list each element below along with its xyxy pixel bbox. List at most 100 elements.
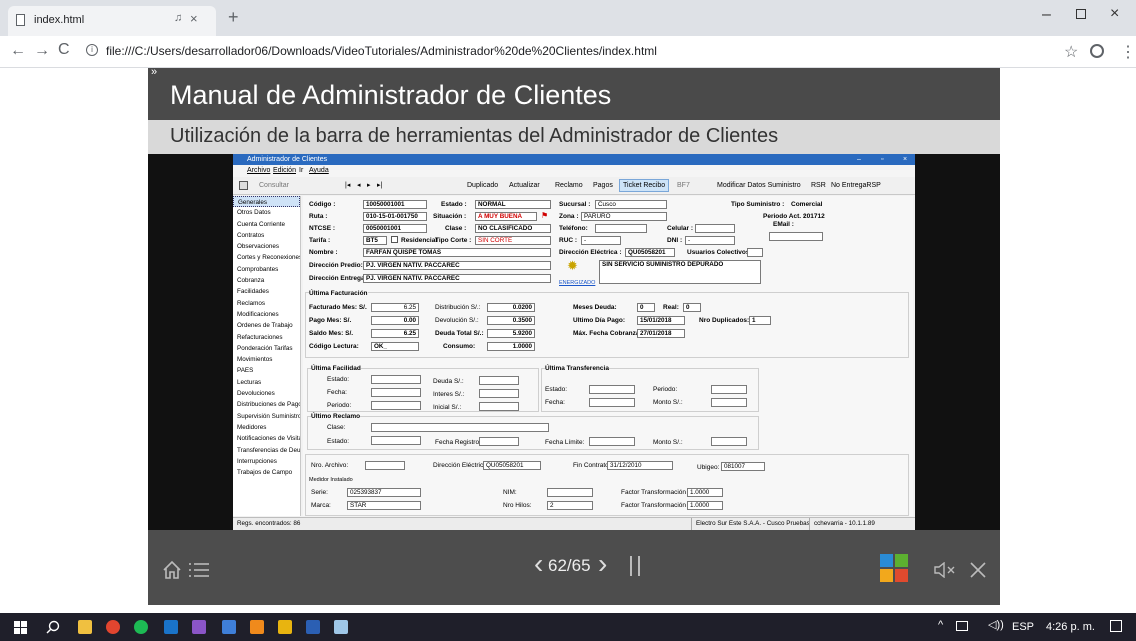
paint-icon[interactable]	[222, 620, 236, 634]
consultar-button[interactable]: Consultar	[259, 182, 289, 189]
close-icon[interactable]	[970, 562, 986, 578]
bookmark-star-icon[interactable]: ☆	[1064, 42, 1078, 62]
sidebar-item[interactable]: Modificaciones	[233, 309, 300, 320]
celular-field[interactable]	[695, 224, 735, 233]
residencial-checkbox[interactable]	[391, 236, 398, 243]
reclamo-fecha-limite-field[interactable]	[589, 437, 635, 446]
telefono-field[interactable]	[595, 224, 647, 233]
servicio-field[interactable]: SIN SERVICIO SUMINISTRO DEPURADO	[599, 260, 761, 284]
spotify-icon[interactable]	[134, 620, 148, 634]
factor-ea-field[interactable]: 1.0000	[687, 488, 723, 497]
saldo-field[interactable]: 6.25	[371, 329, 419, 338]
facilidad-fecha-field[interactable]	[371, 388, 421, 397]
serie-field[interactable]: 025393837	[347, 488, 421, 497]
close-window-button[interactable]: ×	[1110, 5, 1119, 23]
browser-tab[interactable]: index.html ♫ ×	[8, 6, 216, 36]
nro-archivo-field[interactable]	[365, 461, 405, 470]
sidebar-item[interactable]: Ponderación Tarifas	[233, 343, 300, 354]
devolucion-field[interactable]: 0.3500	[487, 316, 535, 325]
language-indicator[interactable]: ESP	[1012, 621, 1034, 633]
sidebar-item[interactable]: Distribuciones de Pago	[233, 399, 300, 410]
sublime-icon[interactable]	[250, 620, 264, 634]
vs-icon[interactable]	[192, 620, 206, 634]
clase-field[interactable]: NO CLASIFICADO	[475, 224, 551, 233]
outlook-icon[interactable]	[164, 620, 178, 634]
restore-button[interactable]	[1076, 9, 1086, 19]
tipo-corte-field[interactable]: SIN CORTE	[475, 236, 551, 245]
no-entrega-button[interactable]: No EntregaRSP	[831, 182, 881, 189]
usuarios-field[interactable]	[747, 248, 763, 257]
reclamo-monto-field[interactable]	[711, 437, 747, 446]
rsr-button[interactable]: RSR	[811, 182, 826, 189]
ticket-recibo-button[interactable]: Ticket Recibo	[619, 179, 670, 192]
marca-field[interactable]: STAR	[347, 501, 421, 510]
app-close-icon[interactable]: ×	[903, 154, 907, 165]
home-icon[interactable]	[162, 560, 182, 580]
info-icon[interactable]: i	[86, 44, 98, 56]
ultimo-pago-field[interactable]: 15/01/2018	[637, 316, 685, 325]
sucursal-field[interactable]: Cusco	[595, 200, 667, 209]
sidebar-item[interactable]: Trabajos de Campo	[233, 467, 300, 478]
sidebar-item[interactable]: Reclamos	[233, 298, 300, 309]
facilidad-interes-field[interactable]	[479, 389, 519, 398]
archivo-dir-electrica-field[interactable]: QU05058201	[483, 461, 541, 470]
factor-er-field[interactable]: 1.0000	[687, 501, 723, 510]
fin-contrato-field[interactable]: 31/12/2010	[607, 461, 673, 470]
codigo-lectura-field[interactable]: OK_	[371, 342, 419, 351]
real-field[interactable]: 0	[683, 303, 701, 312]
tray-chevron-icon[interactable]: ^	[938, 619, 943, 631]
ruta-field[interactable]: 010-15-01-001750	[363, 212, 427, 221]
audio-icon[interactable]: ♫	[174, 12, 182, 24]
app-taskbar-icon[interactable]	[278, 620, 292, 634]
nombre-field[interactable]: FARFAN QUISPE TOMAS	[363, 248, 551, 257]
energizado-link[interactable]: ENERGIZADO	[559, 280, 595, 286]
pago-mes-field[interactable]: 0.00	[371, 316, 419, 325]
sidebar-item[interactable]: PAES	[233, 365, 300, 376]
sidebar-item[interactable]: Facilidades	[233, 286, 300, 297]
transferencia-monto-field[interactable]	[711, 398, 747, 407]
reclamo-estado-field[interactable]	[371, 436, 421, 445]
situacion-field[interactable]: A MUY BUENA	[475, 212, 537, 221]
duplicado-button[interactable]: Duplicado	[467, 182, 498, 189]
nav-prev-icon[interactable]: ◂	[357, 181, 361, 189]
estado-field[interactable]: NORMAL	[475, 200, 551, 209]
facilidad-deuda-field[interactable]	[479, 376, 519, 385]
chrome-icon[interactable]	[106, 620, 120, 634]
collapse-icon[interactable]: »	[151, 66, 157, 78]
consumo-field[interactable]: 1.0000	[487, 342, 535, 351]
menu-archivo[interactable]: Archivo	[247, 167, 270, 174]
sidebar-item[interactable]: Observaciones	[233, 241, 300, 252]
facilidad-inicial-field[interactable]	[479, 402, 519, 411]
deuda-total-field[interactable]: 5.9200	[487, 329, 535, 338]
search-icon[interactable]	[239, 181, 248, 190]
dir-predio-field[interactable]: PJ. VIRGEN NATIV. PACCAREC	[363, 261, 551, 270]
codigo-field[interactable]: 10050001001	[363, 200, 427, 209]
minimize-button[interactable]: –	[1042, 6, 1051, 24]
app-minimize-icon[interactable]: –	[857, 154, 861, 165]
windows-start-icon[interactable]	[14, 621, 27, 634]
sidebar-item[interactable]: Notificaciones de Visita	[233, 433, 300, 444]
nro-hilos-field[interactable]: 2	[547, 501, 593, 510]
reclamo-button[interactable]: Reclamo	[555, 182, 583, 189]
transferencia-periodo-field[interactable]	[711, 385, 747, 394]
mute-icon[interactable]	[934, 562, 956, 578]
menu-edicion[interactable]: Edición	[273, 167, 296, 174]
sidebar-item[interactable]: Otros Datos	[233, 207, 300, 218]
bf7-button[interactable]: BF7	[677, 182, 690, 189]
zona-field[interactable]: PARURO	[581, 212, 667, 221]
reload-button[interactable]: C	[58, 41, 70, 59]
next-page-icon[interactable]: ›	[598, 548, 607, 580]
notification-icon[interactable]	[1110, 620, 1122, 632]
sidebar-item[interactable]: Cobranza	[233, 275, 300, 286]
back-button[interactable]: ←	[10, 42, 26, 60]
menu-ir[interactable]: Ir	[299, 167, 303, 174]
sidebar-item[interactable]: Refacturaciones	[233, 332, 300, 343]
profile-icon[interactable]	[1090, 44, 1104, 58]
sidebar-item[interactable]: Lecturas	[233, 377, 300, 388]
facturado-field[interactable]: 6.25	[371, 303, 419, 312]
prev-page-icon[interactable]: ‹	[534, 548, 543, 580]
tray-speaker-icon[interactable]: ◁))	[988, 618, 1004, 631]
nro-duplicados-field[interactable]: 1	[749, 316, 771, 325]
meses-deuda-field[interactable]: 0	[637, 303, 655, 312]
ruc-field[interactable]: -	[581, 236, 621, 245]
